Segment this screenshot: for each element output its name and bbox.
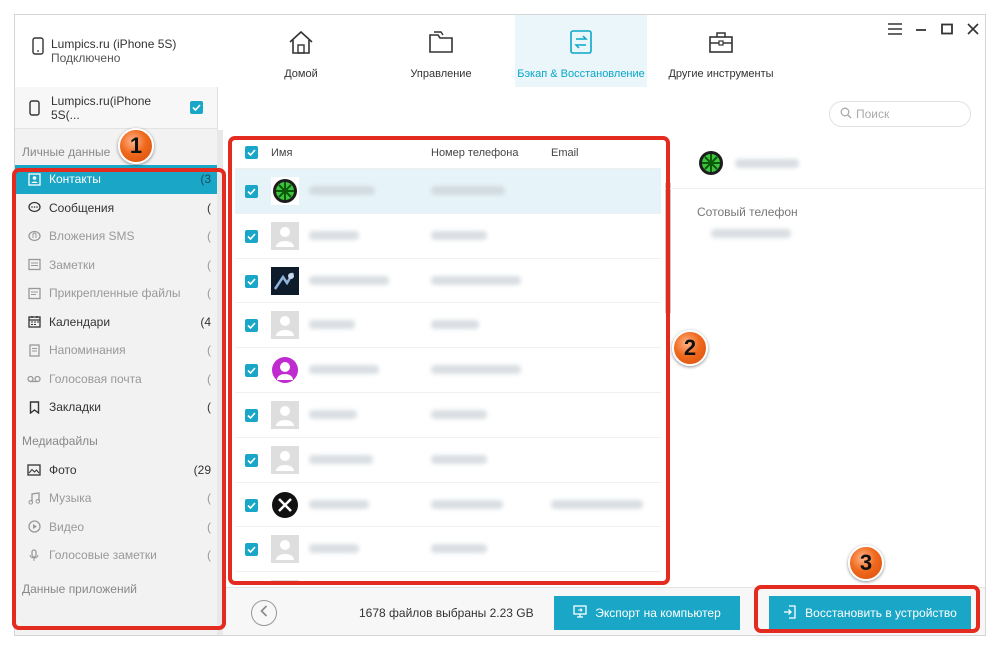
device-name: Lumpics.ru (iPhone 5S) — [51, 37, 177, 51]
window-controls — [887, 21, 981, 37]
callout-badge-2: 2 — [672, 330, 708, 366]
avatar — [697, 149, 725, 177]
tab-backup-restore[interactable]: Бэкап & Восстановление — [515, 15, 647, 87]
sidebar-device[interactable]: Lumpics.ru(iPhone 5S(... — [15, 87, 217, 129]
backup-restore-icon — [567, 29, 595, 60]
export-label: Экспорт на компьютер — [595, 606, 721, 620]
search-input[interactable]: Поиск — [829, 101, 971, 127]
home-icon — [287, 29, 315, 60]
callout-badge-1: 1 — [118, 128, 154, 164]
selection-status: 1678 файлов выбраны 2.23 GB — [359, 606, 534, 620]
tab-backup-restore-label: Бэкап & Восстановление — [517, 68, 645, 80]
phone-label: Сотовый телефон — [697, 205, 798, 219]
chevron-left-icon — [260, 604, 268, 622]
menu-icon[interactable] — [887, 21, 903, 37]
tab-manage-label: Управление — [410, 68, 472, 80]
maximize-icon[interactable] — [939, 21, 955, 37]
blurred-name — [735, 159, 799, 168]
callout-badge-3: 3 — [848, 545, 884, 581]
folder-icon — [427, 29, 455, 60]
export-icon — [573, 605, 587, 621]
toolbox-icon — [707, 29, 735, 60]
phone-icon — [27, 99, 41, 116]
device-status: Подключено — [51, 51, 121, 65]
highlight-box-sidebar — [12, 168, 226, 630]
blurred-phone — [711, 229, 791, 238]
tab-home[interactable]: Домой — [235, 15, 367, 87]
minimize-icon[interactable] — [913, 21, 929, 37]
tab-manage[interactable]: Управление — [375, 15, 507, 87]
device-checkbox[interactable] — [190, 101, 203, 114]
highlight-box-restore — [754, 585, 980, 633]
search-placeholder: Поиск — [856, 107, 890, 121]
sidebar-device-label: Lumpics.ru(iPhone 5S(... — [51, 93, 152, 122]
tab-other-tools[interactable]: Другие инструменты — [655, 15, 787, 87]
tab-home-label: Домой — [284, 68, 318, 80]
device-info: Lumpics.ru (iPhone 5S) Подключено — [31, 37, 176, 65]
header: Lumpics.ru (iPhone 5S) Подключено Домой … — [15, 15, 985, 87]
main-topbar: Поиск — [223, 87, 985, 129]
search-icon — [840, 107, 852, 122]
highlight-box-list — [228, 136, 670, 585]
contact-detail: Сотовый телефон — [663, 137, 985, 582]
close-icon[interactable] — [965, 21, 981, 37]
back-button[interactable] — [251, 600, 277, 626]
tab-other-tools-label: Другие инструменты — [668, 68, 774, 80]
export-button[interactable]: Экспорт на компьютер — [554, 596, 740, 630]
phone-icon — [31, 37, 45, 55]
group-personal: Личные данные — [22, 145, 111, 159]
detail-header — [663, 137, 985, 189]
